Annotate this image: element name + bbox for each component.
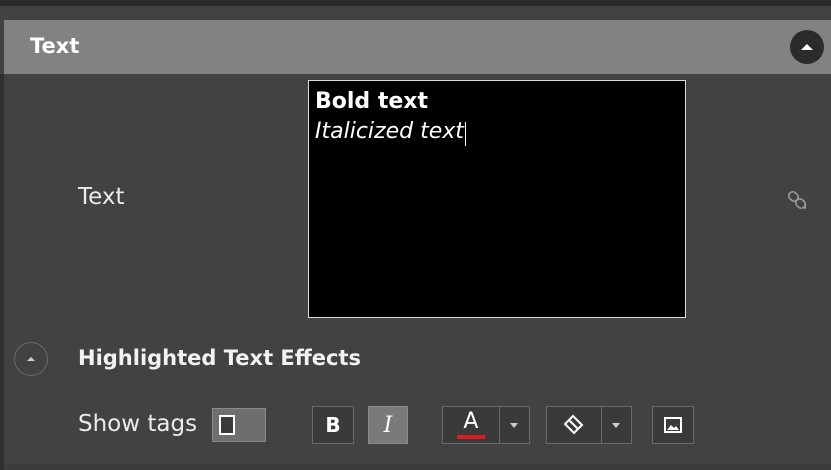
text-property-label: Text <box>78 184 125 210</box>
fill-color-dropdown[interactable] <box>602 407 631 443</box>
text-section-header[interactable]: Text <box>4 20 831 74</box>
show-tags-toggle[interactable] <box>212 408 266 442</box>
text-editor[interactable]: Bold text Italicized text <box>308 80 686 318</box>
panel-left-border <box>0 74 4 470</box>
fill-color-split-button <box>546 406 632 444</box>
toggle-knob <box>219 415 235 435</box>
font-color-button[interactable]: A <box>443 407 500 443</box>
caret-down-icon <box>612 422 621 428</box>
editor-line-italic: Italicized text <box>315 119 464 144</box>
show-tags-label: Show tags <box>78 411 198 437</box>
chevron-up-icon <box>27 357 35 361</box>
fill-color-button[interactable] <box>547 407 602 443</box>
caret-down-icon <box>510 422 519 428</box>
highlighted-effects-title: Highlighted Text Effects <box>78 346 362 370</box>
bold-button[interactable]: B <box>312 406 354 444</box>
chevron-up-icon <box>801 44 813 50</box>
font-color-split-button: A <box>442 406 530 444</box>
image-icon <box>664 417 682 433</box>
properties-panel: Text Text Bold text Italicized text High… <box>0 0 831 470</box>
editor-line-italic-wrap: Italicized text <box>315 117 685 147</box>
section-collapse-button[interactable] <box>790 30 824 64</box>
font-color-swatch <box>456 434 485 439</box>
italic-button[interactable]: I <box>368 406 408 444</box>
section-title: Text <box>30 34 80 58</box>
text-caret <box>464 121 466 146</box>
effects-collapse-button[interactable] <box>14 342 48 376</box>
font-color-dropdown[interactable] <box>500 407 529 443</box>
font-color-icon: A <box>463 408 479 434</box>
insert-image-button[interactable] <box>652 406 694 444</box>
link-icon[interactable] <box>786 188 808 212</box>
paint-bucket-icon <box>563 414 584 435</box>
editor-line-bold: Bold text <box>315 89 428 114</box>
